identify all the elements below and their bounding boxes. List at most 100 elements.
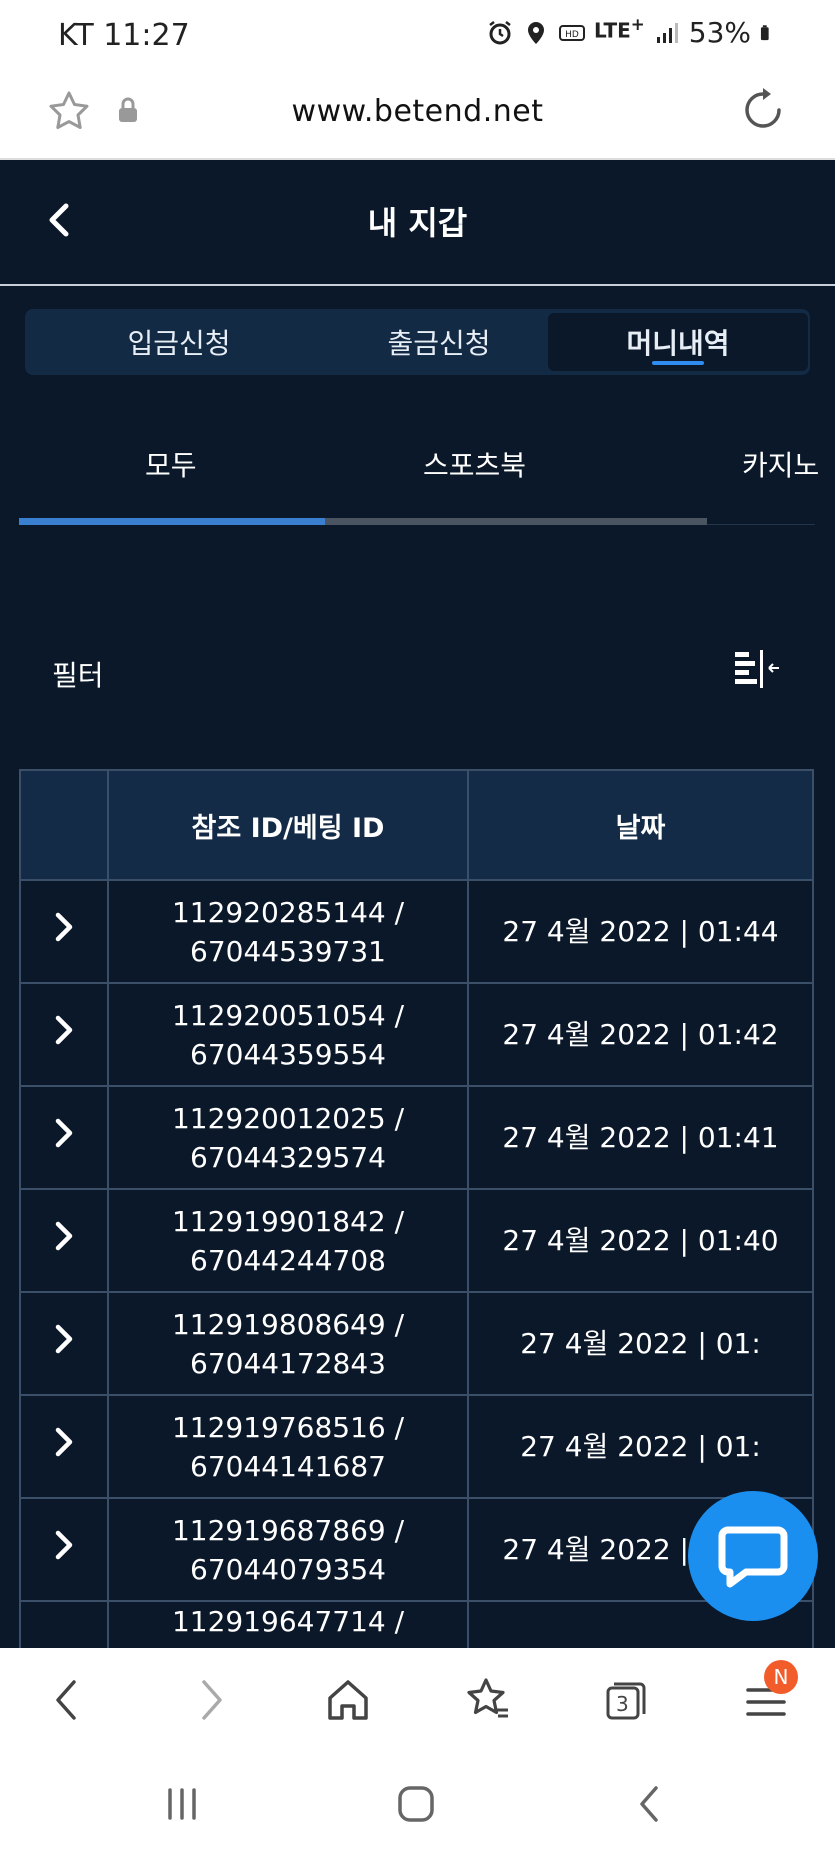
subtab-all[interactable]: 모두 [145,444,197,484]
date-cell: 27 4월 2022 | 01:42 [467,982,814,1087]
table-row[interactable]: 112919808649 / 67044172843 27 4월 2022 | 0… [19,1291,814,1396]
chevron-right-icon[interactable] [53,1219,75,1253]
date-cell: 27 4월 2022 | 01: [467,1291,814,1396]
battery-level: 53% [688,16,751,49]
app-header: 내 지갑 [0,160,835,286]
tab-deposit-label: 입금신청 [127,327,231,360]
ref-id: 112919687869 / [171,1513,405,1547]
expand-cell[interactable] [19,1188,109,1293]
chevron-right-icon[interactable] [53,1116,75,1150]
ref-id: 112919647714 / [171,1605,405,1638]
tabs-button[interactable]: 3 [602,1676,650,1724]
ref-cell: 112919808649 / 67044172843 [107,1291,469,1396]
table-row[interactable]: 112919768516 / 67044141687 27 4월 2022 | 0… [19,1394,814,1499]
chevron-right-icon[interactable] [53,910,75,944]
ref-id: 112919808649 / [171,1307,405,1341]
lte-icon: LTE+ [594,15,645,43]
ref-id: 112919901842 / [171,1204,405,1238]
ref-cell: 112920285144 / 67044539731 [107,879,469,984]
table-row[interactable]: 112919901842 / 67044244708 27 4월 2022 | 0… [19,1188,814,1293]
page-title: 내 지갑 [367,204,468,242]
alarm-icon [489,20,511,44]
ref-cell: 112919768516 / 67044141687 [107,1394,469,1499]
header-ref-id: 참조 ID/베팅 ID [107,769,469,881]
signal-icon [656,22,678,43]
expand-cell[interactable] [19,1291,109,1396]
ref-id: 112919768516 / [171,1410,405,1444]
chevron-right-icon[interactable] [53,1013,75,1047]
filter-label: 필터 [52,659,104,692]
date-cell: 27 4월 2022 | 01: [467,1394,814,1499]
chevron-right-icon[interactable] [53,1425,75,1459]
bet-id: 67044539731 [190,934,386,968]
date-cell: 27 4월 2022 | 01:40 [467,1188,814,1293]
money-history-table: 참조 ID/베팅 ID 날짜 112920285144 / 67044539731… [19,769,814,1648]
bet-id: 67044079354 [190,1552,386,1586]
table-row[interactable]: 112919647714 / [19,1600,814,1648]
home-icon[interactable] [324,1676,372,1724]
expand-cell[interactable] [19,1600,109,1648]
chevron-right-icon[interactable] [53,1528,75,1562]
header-date: 날짜 [467,769,814,881]
wallet-page: 내 지갑 입금신청 출금신청 머니내역 모두 스포츠북 카지노 필터 참조 ID… [0,160,835,1648]
tab-withdraw-label: 출금신청 [387,327,491,360]
ref-id: 112920051054 / [171,998,405,1032]
date-cell: 27 4월 2022 | 01:41 [467,1085,814,1190]
url-bar: www.betend.net [0,68,835,160]
active-tab-indicator [652,361,704,365]
live-chat-button[interactable] [688,1491,818,1621]
expand-cell[interactable] [19,1497,109,1602]
location-icon [528,21,545,44]
ref-cell: 112920051054 / 67044359554 [107,982,469,1087]
tabs-count: 3 [616,1692,629,1716]
status-icons: HD LTE+ 53% [486,15,777,49]
system-nav-bar [0,1752,835,1856]
subtab-active-indicator [19,518,325,525]
subtab-sportsbook[interactable]: 스포츠북 [423,444,526,484]
bet-id: 67044244708 [190,1243,386,1277]
tab-money-history-label: 머니내역 [626,327,730,360]
ref-cell: 112919901842 / 67044244708 [107,1188,469,1293]
wallet-tabs: 입금신청 출금신청 머니내역 [25,309,810,375]
date-cell: 27 4월 2022 | 01:44 [467,879,814,984]
network-label: LTE [594,18,631,43]
table-row[interactable]: 112920051054 / 67044359554 27 4월 2022 | 0… [19,982,814,1087]
tab-money-history[interactable]: 머니내역 [548,313,808,371]
table-row[interactable]: 112920285144 / 67044539731 27 4월 2022 | 0… [19,879,814,984]
bet-id: 67044141687 [190,1449,386,1483]
ref-cell: 112919647714 / [107,1600,469,1648]
tab-withdraw[interactable]: 출금신청 [309,309,569,375]
recent-apps-icon[interactable] [160,1782,204,1826]
reload-icon[interactable] [739,86,787,134]
browser-forward-icon[interactable] [186,1676,234,1724]
tab-deposit[interactable]: 입금신청 [49,309,309,375]
ref-id: 112920285144 / [171,895,405,929]
system-back-icon[interactable] [628,1782,672,1826]
table-row[interactable]: 112920012025 / 67044329574 27 4월 2022 | 0… [19,1085,814,1190]
status-time: KT 11:27 [58,18,190,53]
category-tabs: 모두 스포츠북 카지노 [0,422,835,522]
bet-id: 67044172843 [190,1346,386,1380]
expand-cell[interactable] [19,879,109,984]
home-button-icon[interactable] [394,1782,438,1826]
filter-icon[interactable] [733,648,781,692]
subtab-casino[interactable]: 카지노 [742,449,819,482]
url-text[interactable]: www.betend.net [0,94,835,129]
bookmarks-icon[interactable] [464,1676,512,1724]
browser-toolbar: 3 N [0,1648,835,1752]
expand-cell[interactable] [19,1085,109,1190]
status-bar: KT 11:27 HD LTE+ 53% [0,0,835,68]
expand-cell[interactable] [19,1394,109,1499]
header-expand [19,769,109,881]
browser-back-icon[interactable] [44,1676,92,1724]
bet-id: 67044359554 [190,1037,386,1071]
bet-id: 67044329574 [190,1140,386,1174]
expand-cell[interactable] [19,982,109,1087]
ref-cell: 112920012025 / 67044329574 [107,1085,469,1190]
chat-bubble-icon [718,1526,788,1588]
svg-text:HD: HD [565,30,579,40]
ref-id: 112920012025 / [171,1101,405,1135]
hd-icon: HD [559,24,586,41]
network-plus: + [630,14,645,34]
chevron-right-icon[interactable] [53,1322,75,1356]
